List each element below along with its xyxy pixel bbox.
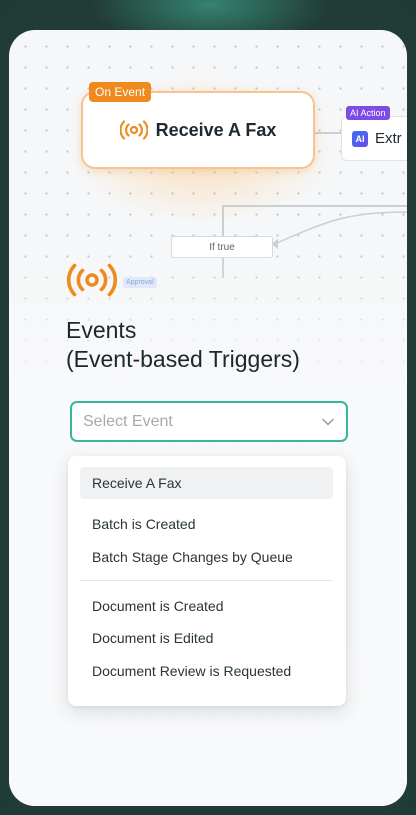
device-frame: Receive A Fax On Event AI Extr AI Action…	[0, 0, 416, 815]
option-document-review-requested[interactable]: Document Review is Requested	[80, 655, 333, 687]
ai-node-title: Extr	[375, 130, 402, 147]
menu-divider	[80, 580, 333, 581]
select-event-dropdown[interactable]: Select Event	[70, 401, 348, 442]
broadcast-icon	[119, 120, 148, 140]
broadcast-icon	[66, 263, 118, 297]
event-node-receive-fax[interactable]: Receive A Fax	[81, 91, 315, 169]
title-line-1: Events	[66, 317, 137, 343]
ai-action-badge: AI Action	[346, 106, 390, 120]
event-options-menu: Receive A Fax Batch is Created Batch Sta…	[68, 456, 346, 706]
title-line-2: (Event-based Triggers)	[66, 346, 300, 372]
events-section-title: Events (Event-based Triggers)	[66, 316, 300, 374]
on-event-badge: On Event	[89, 82, 152, 102]
event-node-title: Receive A Fax	[155, 119, 277, 140]
screen: Receive A Fax On Event AI Extr AI Action…	[9, 30, 407, 806]
select-placeholder: Select Event	[83, 412, 173, 430]
option-batch-stage-changes[interactable]: Batch Stage Changes by Queue	[80, 541, 333, 573]
ai-icon: AI	[352, 130, 368, 147]
chevron-down-icon	[322, 418, 334, 425]
approval-chip: Approval	[123, 277, 157, 288]
ai-action-node[interactable]: AI Extr	[341, 116, 407, 161]
option-document-is-edited[interactable]: Document is Edited	[80, 622, 333, 654]
option-batch-is-created[interactable]: Batch is Created	[80, 508, 333, 540]
option-document-is-created[interactable]: Document is Created	[80, 590, 333, 622]
option-receive-a-fax[interactable]: Receive A Fax	[80, 467, 333, 499]
